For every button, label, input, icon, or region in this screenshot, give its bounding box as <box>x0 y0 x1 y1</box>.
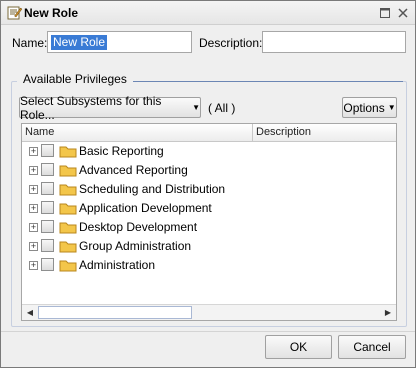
footer-divider <box>1 331 415 332</box>
row-checkbox[interactable] <box>41 239 54 252</box>
horizontal-scrollbar[interactable]: ◀ ▶ <box>22 304 396 320</box>
tree-row-application-development[interactable]: + Application Development <box>22 199 396 218</box>
role-icon <box>7 5 23 21</box>
chevron-down-icon: ▼ <box>192 103 200 112</box>
cancel-label: Cancel <box>353 340 391 354</box>
plus-expand-icon[interactable]: + <box>29 166 38 175</box>
description-field[interactable] <box>262 31 406 53</box>
plus-expand-icon[interactable]: + <box>29 261 38 270</box>
row-label: Group Administration <box>79 239 192 253</box>
subsystems-filter-text: ( All ) <box>208 101 236 115</box>
chevron-down-icon: ▼ <box>387 103 396 112</box>
folder-icon <box>59 182 77 196</box>
scroll-right-icon[interactable]: ▶ <box>381 308 395 318</box>
description-label: Description: <box>199 36 263 50</box>
plus-expand-icon[interactable]: + <box>29 185 38 194</box>
available-privileges-label: Available Privileges <box>17 72 133 86</box>
row-label: Basic Reporting <box>79 144 164 158</box>
tree-row-group-administration[interactable]: + Group Administration <box>22 237 396 256</box>
name-value: New Role <box>51 35 108 50</box>
plus-expand-icon[interactable]: + <box>29 242 38 251</box>
row-checkbox[interactable] <box>41 258 54 271</box>
window-title: New Role <box>24 6 79 20</box>
ok-button[interactable]: OK <box>265 335 332 359</box>
select-subsystems-button[interactable]: Select Subsystems for this Role... ▼ <box>19 94 201 122</box>
table-header: Name Description <box>22 124 396 142</box>
maximize-icon[interactable] <box>377 5 393 21</box>
row-checkbox[interactable] <box>41 201 54 214</box>
tree-row-desktop-development[interactable]: + Desktop Development <box>22 218 396 237</box>
folder-icon <box>59 239 77 253</box>
plus-expand-icon[interactable]: + <box>29 204 38 213</box>
select-subsystems-label: Select Subsystems for this Role... <box>20 93 162 122</box>
plus-expand-icon[interactable]: + <box>29 223 38 232</box>
row-label: Administration <box>79 258 156 272</box>
row-label: Advanced Reporting <box>79 163 188 177</box>
plus-expand-icon[interactable]: + <box>29 147 38 156</box>
column-header-description[interactable]: Description <box>256 126 311 138</box>
tree-row-administration[interactable]: + Administration <box>22 256 396 275</box>
privileges-table: Name Description + Basic Reporting + Adv… <box>21 123 397 321</box>
row-label: Scheduling and Distribution <box>79 182 226 196</box>
scroll-left-icon[interactable]: ◀ <box>23 308 37 318</box>
options-button[interactable]: Options ▼ <box>342 97 397 118</box>
group-header-line <box>111 81 403 82</box>
ok-label: OK <box>289 340 308 354</box>
tree-row-advanced-reporting[interactable]: + Advanced Reporting <box>22 161 396 180</box>
tree-row-scheduling-and-distribution[interactable]: + Scheduling and Distribution <box>22 180 396 199</box>
row-checkbox[interactable] <box>41 144 54 157</box>
folder-icon <box>59 201 77 215</box>
scrollbar-thumb[interactable] <box>38 306 192 319</box>
folder-icon <box>59 144 77 158</box>
name-label: Name: <box>12 36 48 50</box>
column-header-name[interactable]: Name <box>25 126 54 138</box>
title-bar[interactable]: New Role <box>1 1 415 25</box>
cancel-button[interactable]: Cancel <box>338 335 406 359</box>
tree-row-basic-reporting[interactable]: + Basic Reporting <box>22 142 396 161</box>
row-checkbox[interactable] <box>41 220 54 233</box>
close-icon[interactable] <box>395 5 411 21</box>
column-divider[interactable] <box>252 124 253 142</box>
new-role-dialog: New Role Name: New Role Description: Ava… <box>0 0 416 368</box>
folder-icon <box>59 258 77 272</box>
folder-icon <box>59 220 77 234</box>
row-checkbox[interactable] <box>41 163 54 176</box>
name-field[interactable]: New Role <box>47 31 192 53</box>
folder-icon <box>59 163 77 177</box>
options-label: Options <box>343 100 385 115</box>
row-label: Application Development <box>79 201 212 215</box>
row-label: Desktop Development <box>79 220 198 234</box>
row-checkbox[interactable] <box>41 182 54 195</box>
